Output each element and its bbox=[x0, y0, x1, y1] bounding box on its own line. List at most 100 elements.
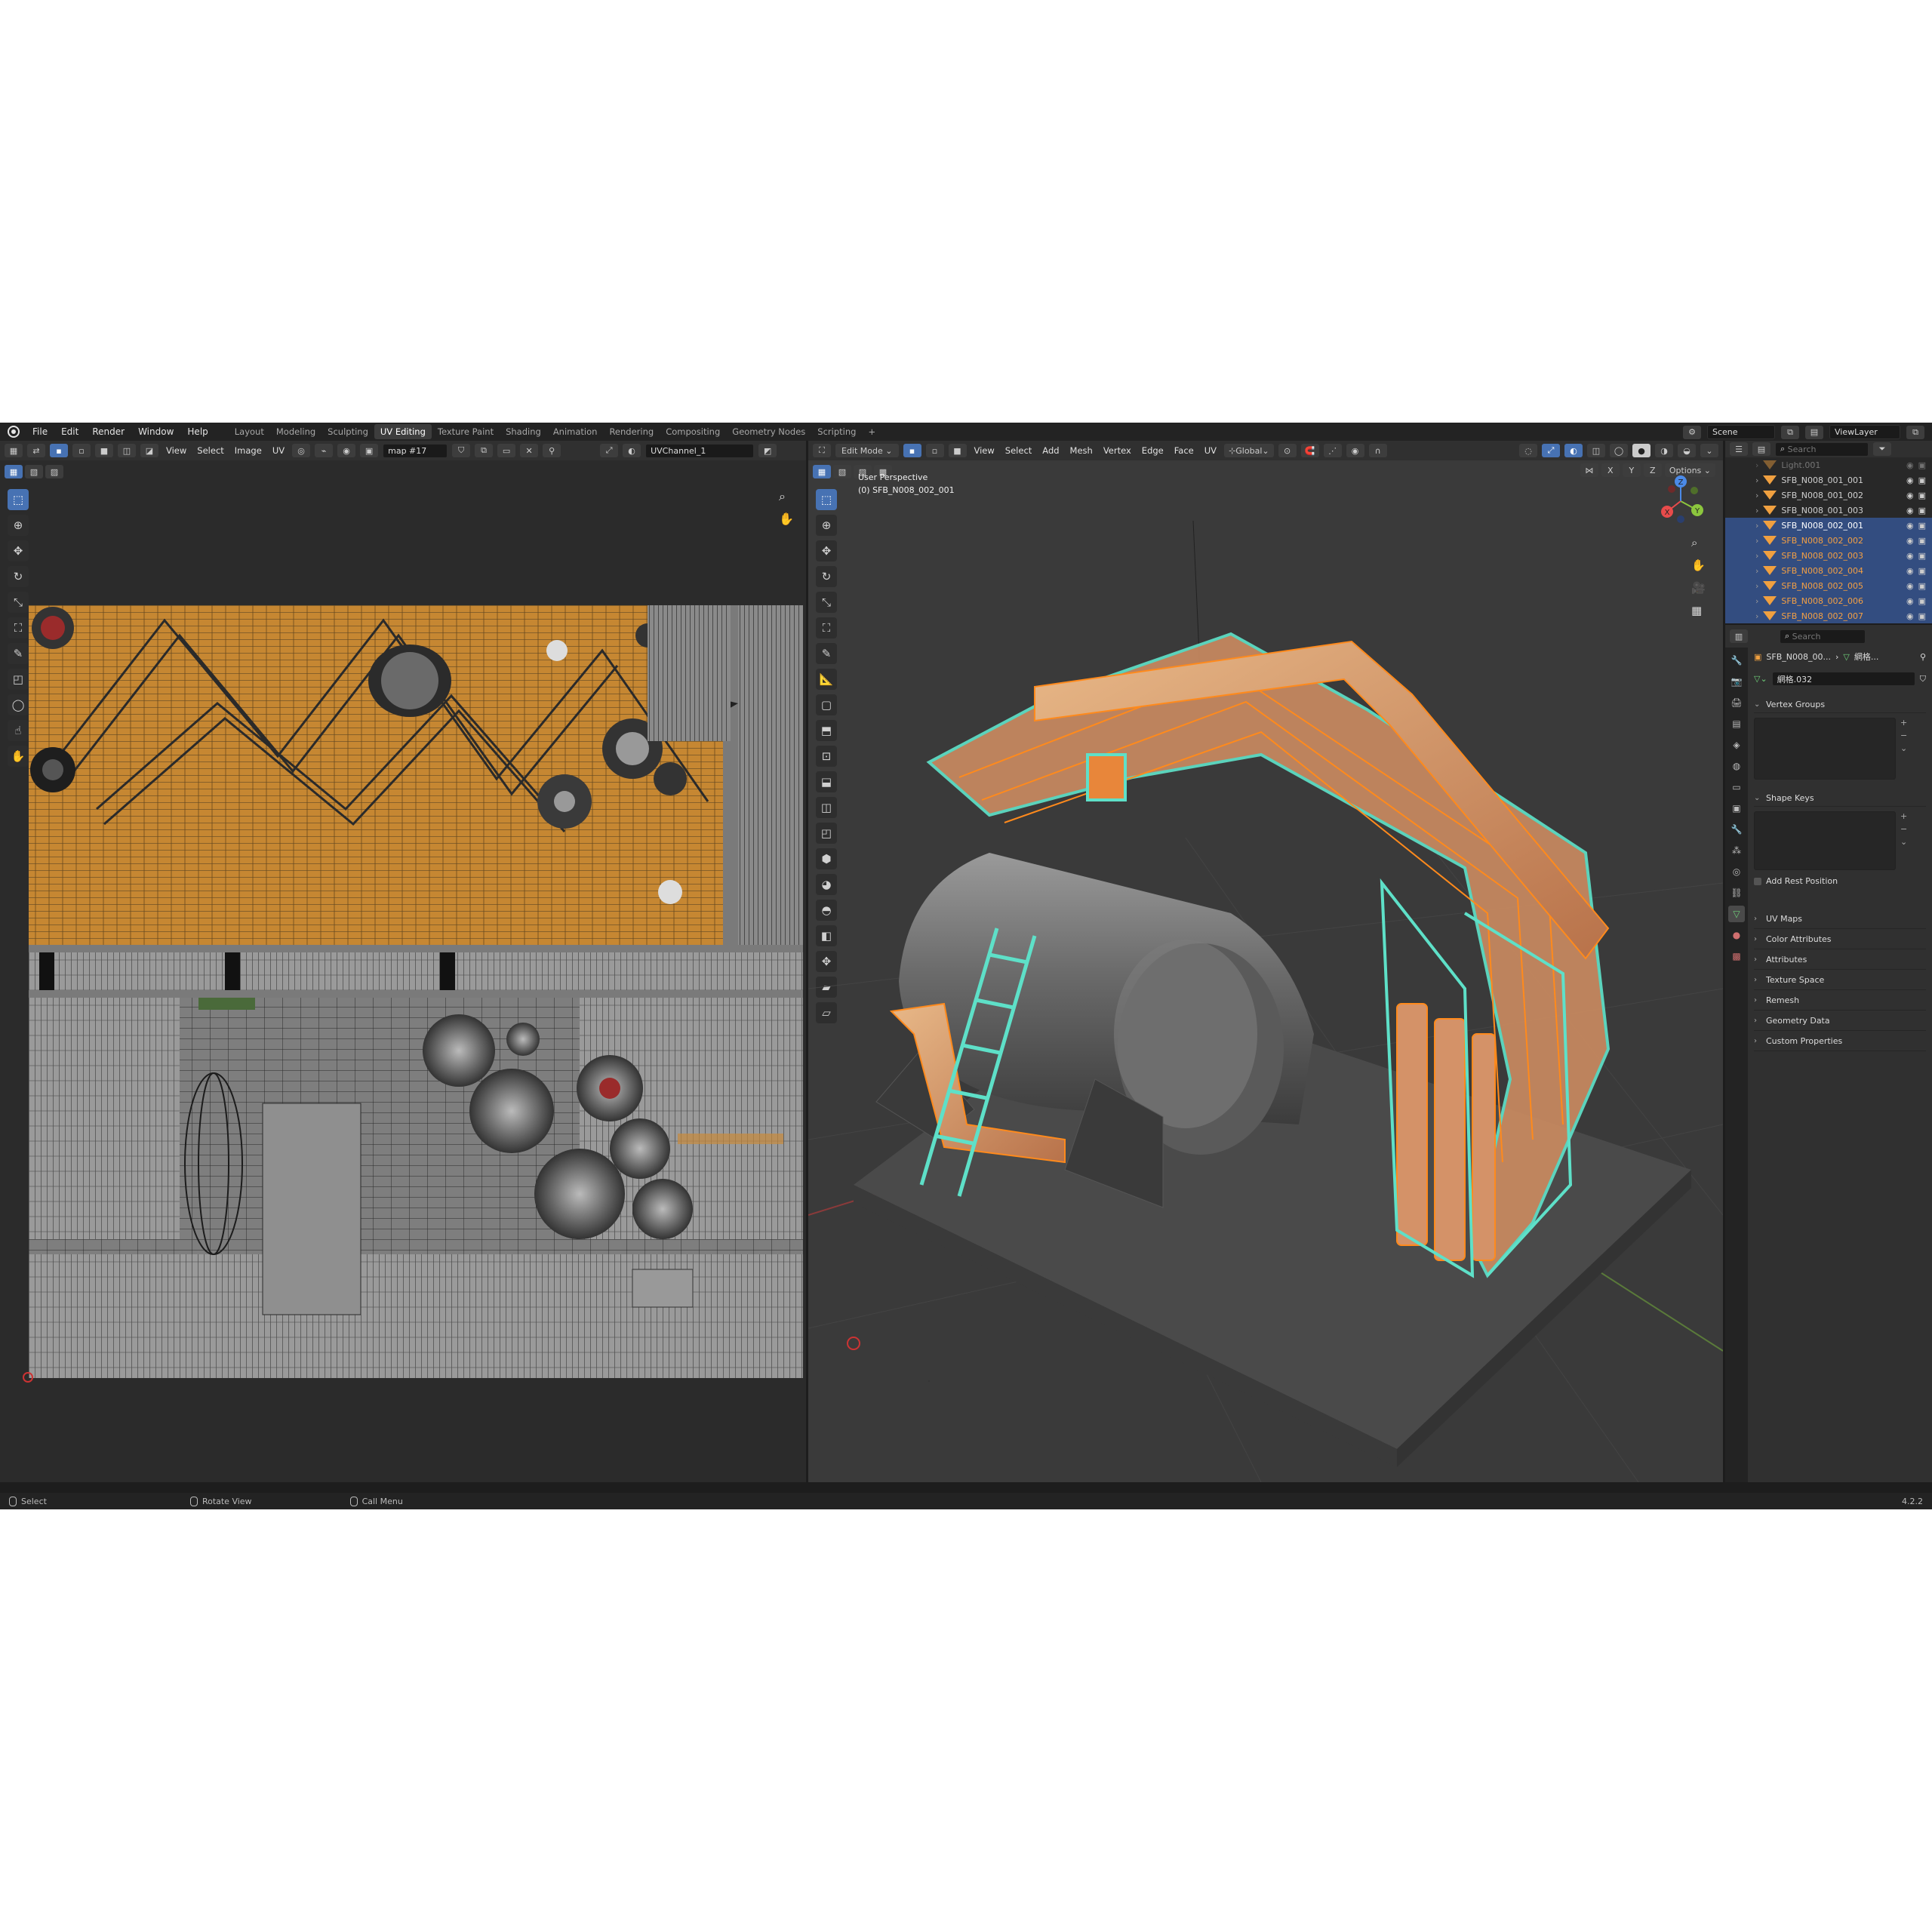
annotate-icon[interactable]: ✎ bbox=[8, 643, 29, 664]
remove-key-icon[interactable]: − bbox=[1900, 824, 1907, 834]
eye-icon[interactable]: ◉ bbox=[1906, 581, 1914, 591]
rotate-icon[interactable]: ↻ bbox=[8, 566, 29, 587]
image-name-field[interactable]: map #17 bbox=[383, 443, 448, 458]
select-extend-icon[interactable]: ▧ bbox=[25, 465, 43, 478]
uv-menu-view[interactable]: View bbox=[163, 445, 189, 456]
proportional-edit-icon[interactable]: ◉ bbox=[1346, 444, 1364, 457]
tab-animation[interactable]: Animation bbox=[547, 424, 604, 439]
select-subtract-icon[interactable]: ▨ bbox=[45, 465, 63, 478]
rendered-shading-icon[interactable]: ◒ bbox=[1678, 444, 1696, 457]
camera-icon[interactable]: ▣ bbox=[1918, 506, 1926, 515]
wireframe-shading-icon[interactable]: ◯ bbox=[1610, 444, 1628, 457]
menu-edit[interactable]: Edit bbox=[54, 426, 85, 437]
display-channels-icon[interactable]: ◩ bbox=[758, 444, 777, 457]
menu-file[interactable]: File bbox=[26, 426, 54, 437]
menu-face[interactable]: Face bbox=[1171, 445, 1197, 456]
new-viewlayer-icon[interactable]: ⧉ bbox=[1906, 425, 1924, 439]
sync-selection-icon[interactable]: ⇄ bbox=[27, 444, 45, 457]
unlink-image-icon[interactable]: ✕ bbox=[520, 444, 539, 457]
expand-chevron-icon[interactable]: › bbox=[1755, 475, 1758, 485]
material-shading-icon[interactable]: ◑ bbox=[1655, 444, 1673, 457]
expand-chevron-icon[interactable]: › bbox=[1755, 460, 1758, 470]
properties-search[interactable]: ⌕ Search bbox=[1780, 629, 1866, 644]
particles-tab-icon[interactable]: ⁂ bbox=[1728, 842, 1745, 859]
outliner-type-icon[interactable]: ☰ bbox=[1730, 442, 1748, 456]
cursor-icon[interactable]: ⊕ bbox=[8, 515, 29, 536]
overlays-icon[interactable]: ◐ bbox=[1564, 444, 1583, 457]
menu-window[interactable]: Window bbox=[131, 426, 180, 437]
menu-render[interactable]: Render bbox=[85, 426, 131, 437]
pin-icon[interactable]: ⚲ bbox=[1920, 652, 1926, 662]
outliner-row[interactable]: › SFB_N008_002_001 ◉ ▣ bbox=[1725, 518, 1932, 533]
outliner-row[interactable]: › SFB_N008_001_003 ◉ ▣ bbox=[1725, 503, 1932, 518]
tab-layout[interactable]: Layout bbox=[229, 424, 270, 439]
relax-icon[interactable]: ☝ bbox=[8, 720, 29, 741]
camera-icon[interactable]: ▣ bbox=[1918, 611, 1926, 621]
outliner-row[interactable]: › SFB_N008_002_003 ◉ ▣ bbox=[1725, 548, 1932, 563]
overlay-toggle-icon[interactable]: ◐ bbox=[623, 444, 641, 457]
panel-texture-space[interactable]: › Texture Space bbox=[1754, 970, 1926, 990]
camera-icon[interactable]: ▣ bbox=[1918, 536, 1926, 546]
output-tab-icon[interactable]: 🖨 bbox=[1728, 694, 1745, 711]
camera-icon[interactable]: ▣ bbox=[1918, 581, 1926, 591]
select-new-icon[interactable]: ▦ bbox=[5, 465, 23, 478]
scene-tab-icon[interactable]: ◈ bbox=[1728, 737, 1745, 753]
editor-type-icon[interactable]: ⛶ bbox=[813, 444, 831, 457]
constraints-tab-icon[interactable]: ⛓ bbox=[1728, 884, 1745, 901]
panel-uv-maps[interactable]: › UV Maps bbox=[1754, 909, 1926, 929]
rip-icon[interactable]: ◰ bbox=[8, 669, 29, 690]
vertex-select-icon[interactable]: ▪ bbox=[50, 444, 68, 457]
orientation-dropdown[interactable]: ⊹ Global ⌄ bbox=[1224, 444, 1274, 457]
grab-icon[interactable]: ◯ bbox=[8, 694, 29, 715]
expand-chevron-icon[interactable]: › bbox=[1755, 581, 1758, 591]
gizmo-icon[interactable]: ⤢ bbox=[1542, 444, 1560, 457]
uv-menu-uv[interactable]: UV bbox=[269, 445, 288, 456]
scene-render[interactable] bbox=[808, 460, 1723, 1482]
eye-icon[interactable]: ◉ bbox=[1906, 596, 1914, 606]
panel-header-shape-keys[interactable]: ⌄ Shape Keys bbox=[1754, 789, 1926, 807]
tab-scripting[interactable]: Scripting bbox=[811, 424, 862, 439]
physics-tab-icon[interactable]: ◎ bbox=[1728, 863, 1745, 880]
eye-icon[interactable]: ◉ bbox=[1906, 475, 1914, 485]
view-layer-tab-icon[interactable]: ▤ bbox=[1728, 715, 1745, 732]
menu-view[interactable]: View bbox=[971, 445, 998, 456]
uv-channel-field[interactable]: UVChannel_1 bbox=[645, 443, 755, 458]
pan-hand-icon[interactable]: ✋ bbox=[779, 512, 794, 526]
outliner-search[interactable]: ⌕ Search bbox=[1775, 441, 1869, 457]
proportional-icon[interactable]: ◉ bbox=[337, 444, 356, 457]
blender-logo-icon[interactable] bbox=[8, 426, 20, 438]
tab-texture-paint[interactable]: Texture Paint bbox=[432, 424, 500, 439]
camera-icon[interactable]: ▣ bbox=[1918, 491, 1926, 500]
shading-options-icon[interactable]: ⌄ bbox=[1700, 444, 1718, 457]
menu-help[interactable]: Help bbox=[180, 426, 214, 437]
tab-rendering[interactable]: Rendering bbox=[603, 424, 660, 439]
gizmo-toggle-icon[interactable]: ⤢ bbox=[600, 444, 619, 457]
texture-tab-icon[interactable]: ▩ bbox=[1728, 948, 1745, 964]
viewlayer-field[interactable]: ViewLayer bbox=[1829, 425, 1900, 439]
expand-chevron-icon[interactable]: › bbox=[1755, 506, 1758, 515]
material-tab-icon[interactable]: ● bbox=[1728, 927, 1745, 943]
expand-chevron-icon[interactable]: › bbox=[1755, 491, 1758, 500]
eye-icon[interactable]: ◉ bbox=[1906, 611, 1914, 621]
panel-geometry-data[interactable]: › Geometry Data bbox=[1754, 1011, 1926, 1031]
viewlayer-icon[interactable]: ▤ bbox=[1805, 425, 1823, 439]
eye-icon[interactable]: ◉ bbox=[1906, 460, 1914, 470]
falloff-icon[interactable]: ∩ bbox=[1368, 444, 1387, 457]
outliner-row[interactable]: › Light.001 ◉ ▣ bbox=[1725, 457, 1932, 472]
eye-icon[interactable]: ◉ bbox=[1906, 521, 1914, 531]
camera-icon[interactable]: ▣ bbox=[1918, 596, 1926, 606]
image-browse-icon[interactable]: ▣ bbox=[360, 444, 379, 457]
eye-icon[interactable]: ◉ bbox=[1906, 491, 1914, 500]
uv-texture-map[interactable] bbox=[29, 605, 803, 1378]
add-rest-position-checkbox[interactable] bbox=[1754, 877, 1761, 885]
scene-icon[interactable]: ⚙ bbox=[1683, 425, 1701, 439]
face-select-icon[interactable]: ■ bbox=[95, 444, 113, 457]
camera-icon[interactable]: ▣ bbox=[1918, 475, 1926, 485]
fake-user-icon[interactable]: ⛉ bbox=[1920, 674, 1926, 685]
2d-cursor-icon[interactable] bbox=[23, 1372, 33, 1383]
camera-icon[interactable]: ▣ bbox=[1918, 551, 1926, 561]
uv-menu-image[interactable]: Image bbox=[232, 445, 265, 456]
panel-color-attributes[interactable]: › Color Attributes bbox=[1754, 929, 1926, 949]
panel-remesh[interactable]: › Remesh bbox=[1754, 990, 1926, 1011]
edge-select-icon[interactable]: ▫ bbox=[72, 444, 91, 457]
